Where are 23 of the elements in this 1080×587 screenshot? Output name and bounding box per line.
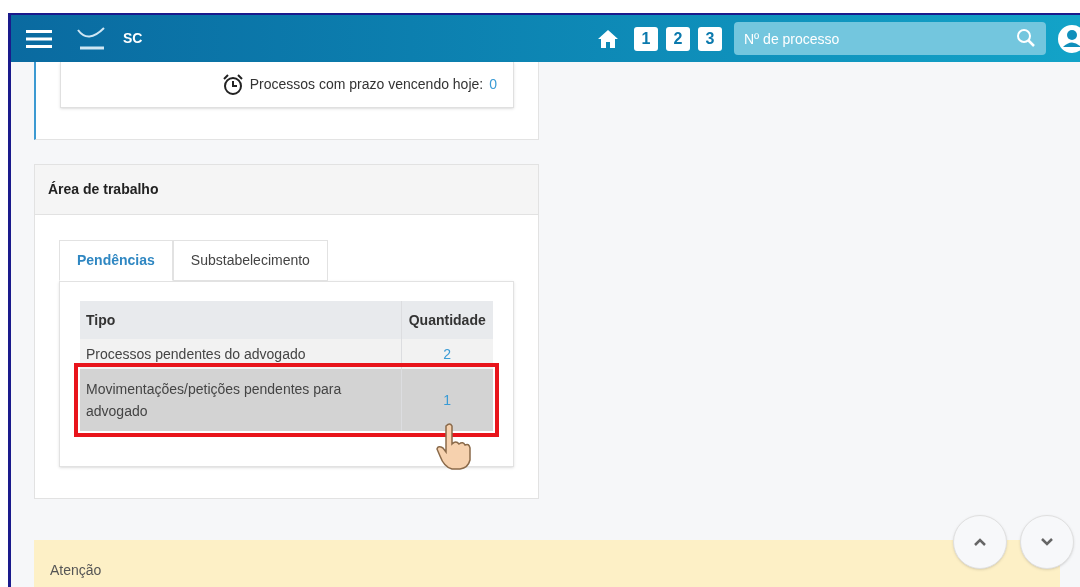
table-row[interactable]: Processos pendentes do advogado 2	[80, 339, 493, 369]
shortcut-button[interactable]: 3	[698, 26, 722, 51]
tab[interactable]: Substabelecimento	[172, 240, 328, 281]
quantity-link[interactable]: 2	[443, 345, 452, 362]
menu-icon[interactable]	[26, 28, 52, 49]
table-cell: Processos pendentes do advogado	[80, 339, 401, 369]
shortcut-button[interactable]: 2	[666, 26, 690, 51]
column-header: Tipo	[80, 301, 401, 339]
table-cell: Movimentações/petições pendentes para advogado	[80, 369, 401, 431]
user-icon[interactable]	[1058, 24, 1080, 53]
site-label: SC	[123, 29, 143, 48]
chevron-up-icon	[974, 538, 986, 546]
chevron-down-icon	[1041, 538, 1053, 546]
tab[interactable]: Pendências	[59, 240, 173, 281]
alarm-clock-icon	[221, 73, 244, 96]
hand-cursor-icon	[434, 422, 474, 472]
shortcut-button[interactable]: 1	[634, 26, 658, 51]
card-title: Área de trabalho	[48, 180, 159, 199]
notice-title: Atenção	[50, 560, 102, 580]
search-icon[interactable]	[1016, 28, 1036, 48]
deadline-label: Processos com prazo vencendo hoje:	[249, 75, 484, 94]
deadline-count-link[interactable]: 0	[489, 74, 497, 95]
search-field[interactable]: Nº de processo	[734, 22, 1046, 55]
